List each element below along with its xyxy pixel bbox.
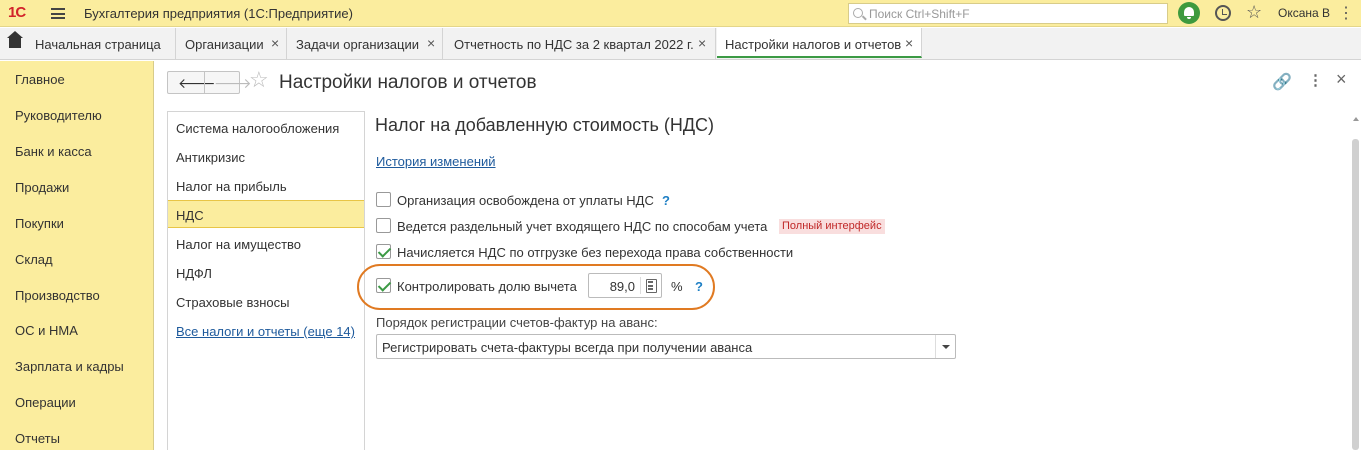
calculator-icon[interactable]	[640, 277, 660, 294]
section-item-anticrisis[interactable]: Антикризис	[168, 141, 364, 167]
tab-vat-reporting[interactable]: Отчетность по НДС за 2 квартал 2022 г. ×	[444, 28, 716, 59]
change-history-link[interactable]: История изменений	[376, 154, 496, 169]
app-title: Бухгалтерия предприятия (1С:Предприятие)	[84, 6, 353, 21]
tab-strip: Начальная страница Организации × Задачи …	[0, 28, 1361, 60]
percent-unit: %	[671, 279, 683, 294]
add-to-favorites-star-icon[interactable]: ☆	[249, 67, 269, 93]
separate-accounting-checkbox[interactable]	[376, 218, 391, 233]
back-arrow-icon[interactable]: 🡐	[178, 75, 216, 92]
favorites-star-icon[interactable]: ☆	[1246, 2, 1262, 23]
section-item-profit-tax[interactable]: Налог на прибыль	[168, 170, 364, 196]
help-icon[interactable]: ?	[662, 193, 670, 208]
sidebar-item-purchases[interactable]: Покупки	[15, 216, 64, 231]
section-item-pit[interactable]: НДФЛ	[168, 257, 364, 283]
main-menu-icon[interactable]	[51, 8, 65, 19]
help-icon[interactable]: ?	[695, 279, 703, 294]
section-title: Налог на добавленную стоимость (НДС)	[375, 115, 715, 135]
top-bar: 1С Бухгалтерия предприятия (1С:Предприят…	[0, 0, 1361, 27]
tab-close-icon[interactable]: ×	[427, 35, 435, 51]
deduction-share-value: 89,0	[609, 279, 635, 294]
content-area: 🡐 🡒 ☆ Настройки налогов и отчетов 🔗 ⋮ × …	[155, 61, 1361, 450]
tab-label: Организации	[185, 37, 264, 52]
vat-on-shipment-label: Начисляется НДС по отгрузке без перехода…	[397, 245, 794, 260]
scroll-up-icon[interactable]	[1353, 117, 1359, 121]
settings-sections-list: Система налогообложения Антикризис Налог…	[167, 111, 365, 450]
invoice-registration-label: Порядок регистрации счетов-фактур на ава…	[376, 315, 658, 330]
forward-arrow-icon[interactable]: 🡒	[214, 75, 252, 92]
section-item-insurance[interactable]: Страховые взносы	[168, 286, 364, 312]
app-logo: 1С	[8, 4, 26, 21]
chevron-down-icon[interactable]	[935, 335, 955, 358]
separate-accounting-label: Ведется раздельный учет входящего НДС по…	[397, 219, 768, 234]
tab-organizations[interactable]: Организации ×	[177, 28, 287, 59]
sidebar-item-sales[interactable]: Продажи	[15, 180, 69, 195]
tab-label: Задачи организации	[296, 37, 420, 52]
section-item-property-tax[interactable]: Налог на имущество	[168, 228, 364, 254]
sidebar-item-warehouse[interactable]: Склад	[15, 252, 53, 267]
sidebar-item-payroll[interactable]: Зарплата и кадры	[15, 359, 124, 374]
close-icon[interactable]: ×	[1336, 69, 1347, 90]
all-taxes-link[interactable]: Все налоги и отчеты (еще 14)	[176, 324, 355, 339]
sidebar-item-manager[interactable]: Руководителю	[15, 108, 102, 123]
invoice-registration-value: Регистрировать счета-фактуры всегда при …	[382, 340, 753, 355]
search-input[interactable]: Поиск Ctrl+Shift+F	[848, 3, 1168, 24]
sidebar-item-fixed-assets[interactable]: ОС и НМА	[15, 323, 78, 338]
sidebar-item-reports[interactable]: Отчеты	[15, 431, 60, 446]
tab-home-label: Начальная страница	[35, 37, 161, 52]
control-deduction-checkbox[interactable]	[376, 278, 391, 293]
invoice-registration-select[interactable]: Регистрировать счета-фактуры всегда при …	[376, 334, 956, 359]
tab-organization-tasks[interactable]: Задачи организации ×	[288, 28, 443, 59]
history-icon[interactable]	[1215, 5, 1231, 21]
full-interface-badge: Полный интерфейс	[779, 219, 885, 234]
control-deduction-label: Контролировать долю вычета	[397, 279, 577, 294]
tab-close-icon[interactable]: ×	[698, 35, 706, 51]
home-icon	[7, 31, 23, 48]
scroll-thumb[interactable]	[1352, 139, 1359, 450]
scrollbar[interactable]	[1351, 111, 1361, 450]
tab-home[interactable]: Начальная страница	[0, 28, 176, 59]
more-menu-icon[interactable]: ⋮	[1338, 3, 1355, 23]
sidebar-item-bank[interactable]: Банк и касса	[15, 144, 92, 159]
user-name[interactable]: Оксана В	[1278, 6, 1330, 20]
section-item-vat[interactable]: НДС	[168, 200, 364, 228]
section-item-tax-system[interactable]: Система налогообложения	[168, 112, 364, 138]
tab-label: Настройки налогов и отчетов	[725, 37, 902, 52]
sidebar-item-operations[interactable]: Операции	[15, 395, 76, 410]
deduction-share-input[interactable]: 89,0	[588, 273, 662, 298]
vat-settings-form: Налог на добавленную стоимость (НДС) Ист…	[357, 111, 1361, 450]
sidebar-item-production[interactable]: Производство	[15, 288, 100, 303]
tab-close-icon[interactable]: ×	[271, 35, 279, 51]
search-placeholder: Поиск Ctrl+Shift+F	[869, 7, 970, 21]
search-icon	[853, 8, 863, 18]
sidebar-item-main[interactable]: Главное	[15, 72, 65, 87]
sections-panel: Главное Руководителю Банк и касса Продаж…	[0, 61, 154, 450]
tab-close-icon[interactable]: ×	[905, 35, 913, 51]
page-title: Настройки налогов и отчетов	[279, 72, 537, 93]
notifications-bell-icon[interactable]	[1178, 2, 1200, 24]
link-icon[interactable]: 🔗	[1272, 72, 1292, 92]
more-actions-icon[interactable]: ⋮	[1308, 71, 1323, 89]
vat-exempt-checkbox[interactable]	[376, 192, 391, 207]
vat-exempt-label: Организация освобождена от уплаты НДС	[397, 193, 654, 208]
vat-on-shipment-checkbox[interactable]	[376, 244, 391, 259]
history-nav: 🡐 🡒	[167, 71, 252, 94]
tab-label: Отчетность по НДС за 2 квартал 2022 г.	[454, 37, 694, 52]
tab-tax-settings[interactable]: Настройки налогов и отчетов ×	[717, 28, 922, 58]
